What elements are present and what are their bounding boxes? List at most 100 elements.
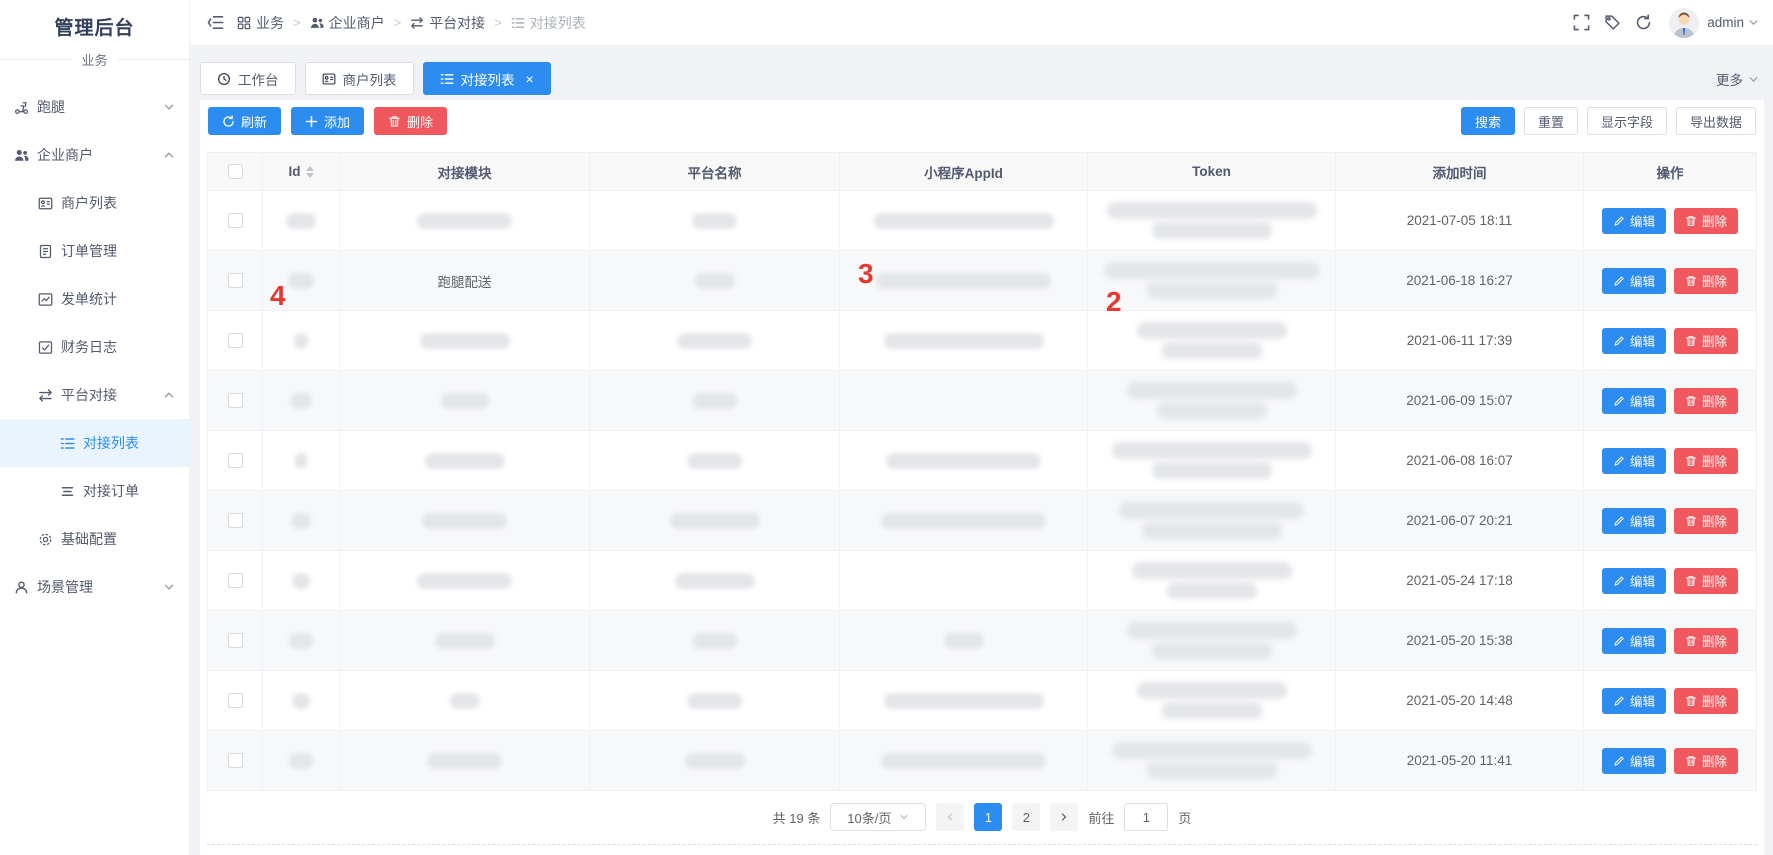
delete-row-button[interactable]: 删除	[1674, 748, 1738, 774]
delete-row-button[interactable]: 删除	[1674, 268, 1738, 294]
redacted-blob	[420, 333, 510, 349]
breadcrumb-item-0[interactable]: 业务	[237, 13, 284, 33]
theme-icon[interactable]	[1604, 14, 1621, 31]
sidebar-section: 业务	[0, 50, 189, 69]
table-header: Id 对接模块 平台名称 小程序AppId Token 添加时间 操作	[208, 153, 1756, 191]
row-checkbox[interactable]	[228, 333, 243, 348]
edit-button[interactable]: 编辑	[1602, 268, 1666, 294]
delete-row-button[interactable]: 删除	[1674, 388, 1738, 414]
sidebar-item-10[interactable]: 场景管理	[0, 563, 189, 611]
sidebar-item-2[interactable]: 商户列表	[0, 179, 189, 227]
module-cell	[340, 611, 590, 671]
sidebar-item-7[interactable]: 对接列表	[0, 419, 189, 467]
pencil-icon	[1613, 755, 1625, 767]
row-checkbox[interactable]	[228, 513, 243, 528]
user-name[interactable]: admin	[1707, 15, 1744, 30]
page-button-2[interactable]: 2	[1012, 803, 1040, 831]
page-size-select[interactable]: 10条/页	[830, 803, 926, 831]
annotation-number: 4	[270, 282, 286, 310]
add-button[interactable]: 添加	[291, 107, 364, 135]
more-button[interactable]: 更多	[1716, 69, 1759, 89]
show-fields-button[interactable]: 显示字段	[1587, 107, 1667, 135]
page-button-1[interactable]: 1	[974, 803, 1002, 831]
row-checkbox[interactable]	[228, 693, 243, 708]
row-checkbox[interactable]	[228, 453, 243, 468]
trash-icon	[1685, 515, 1697, 527]
select-all-checkbox[interactable]	[228, 164, 243, 179]
edit-button[interactable]: 编辑	[1602, 388, 1666, 414]
column-header-id[interactable]: Id	[263, 153, 340, 191]
edit-button[interactable]: 编辑	[1602, 208, 1666, 234]
redacted-blob	[292, 573, 310, 589]
delete-row-button[interactable]: 删除	[1674, 208, 1738, 234]
sidebar-item-6[interactable]: 平台对接	[0, 371, 189, 419]
next-page-button[interactable]	[1050, 803, 1078, 831]
goto-page-input[interactable]	[1124, 803, 1168, 831]
reset-button[interactable]: 重置	[1524, 107, 1578, 135]
redacted-blob	[881, 513, 1046, 529]
platform-cell	[590, 731, 840, 791]
platform-cell	[590, 191, 840, 251]
breadcrumb-item-1[interactable]: 企业商户	[310, 13, 385, 33]
row-checkbox[interactable]	[228, 393, 243, 408]
breadcrumb: 业务>企业商户>平台对接>对接列表	[237, 13, 586, 33]
sidebar-item-1[interactable]: 企业商户	[0, 131, 189, 179]
token-cell	[1088, 491, 1336, 551]
delete-button[interactable]: 删除	[374, 107, 447, 135]
fullscreen-icon[interactable]	[1573, 14, 1590, 31]
edit-button[interactable]: 编辑	[1602, 748, 1666, 774]
edit-button[interactable]: 编辑	[1602, 328, 1666, 354]
refresh-icon[interactable]	[1635, 14, 1652, 31]
delete-row-button[interactable]: 删除	[1674, 328, 1738, 354]
actions-cell: 编辑删除	[1584, 611, 1756, 671]
sidebar-item-4[interactable]: 发单统计	[0, 275, 189, 323]
sidebar-item-3[interactable]: 订单管理	[0, 227, 189, 275]
delete-row-button[interactable]: 删除	[1674, 688, 1738, 714]
row-checkbox[interactable]	[228, 273, 243, 288]
goto-label: 前往	[1088, 808, 1114, 827]
row-checkbox[interactable]	[228, 633, 243, 648]
refresh-button[interactable]: 刷新	[208, 107, 281, 135]
edit-button[interactable]: 编辑	[1602, 688, 1666, 714]
row-checkbox[interactable]	[228, 753, 243, 768]
list-icon	[440, 72, 454, 86]
breadcrumb-item-2[interactable]: 平台对接	[410, 13, 485, 33]
tab-1[interactable]: 商户列表	[305, 62, 414, 95]
export-data-button[interactable]: 导出数据	[1676, 107, 1756, 135]
id-cell	[263, 731, 340, 791]
edit-button[interactable]: 编辑	[1602, 568, 1666, 594]
row-checkbox[interactable]	[228, 573, 243, 588]
sort-caret-icon[interactable]	[306, 166, 314, 178]
sidebar-item-9[interactable]: 基础配置	[0, 515, 189, 563]
prev-page-button[interactable]	[936, 803, 964, 831]
close-tab-icon[interactable]: ×	[526, 72, 534, 86]
trash-icon	[1685, 635, 1697, 647]
user-chevron-down-icon[interactable]	[1748, 17, 1759, 28]
actions-cell: 编辑删除	[1584, 431, 1756, 491]
tabs: 工作台商户列表对接列表×	[200, 62, 551, 95]
id-cell	[263, 611, 340, 671]
collapse-sidebar-icon[interactable]	[207, 14, 224, 31]
sidebar-item-label: 财务日志	[61, 337, 117, 357]
sidebar-item-8[interactable]: 对接订单	[0, 467, 189, 515]
edit-button[interactable]: 编辑	[1602, 448, 1666, 474]
avatar[interactable]	[1669, 8, 1699, 38]
delete-row-button[interactable]: 删除	[1674, 628, 1738, 654]
delete-row-button[interactable]: 删除	[1674, 568, 1738, 594]
redacted-blob	[685, 753, 745, 769]
row-checkbox[interactable]	[228, 213, 243, 228]
breadcrumb-separator: >	[494, 15, 502, 30]
delete-row-button[interactable]: 删除	[1674, 448, 1738, 474]
tab-2[interactable]: 对接列表×	[423, 62, 551, 95]
tab-0[interactable]: 工作台	[200, 62, 296, 95]
delete-row-button[interactable]: 删除	[1674, 508, 1738, 534]
search-button[interactable]: 搜索	[1461, 107, 1515, 135]
edit-button[interactable]: 编辑	[1602, 508, 1666, 534]
sidebar-item-5[interactable]: 财务日志	[0, 323, 189, 371]
edit-button[interactable]: 编辑	[1602, 628, 1666, 654]
redacted-blob	[692, 213, 737, 229]
tabstrip: 工作台商户列表对接列表× 更多	[190, 45, 1773, 100]
redacted-blob	[417, 573, 512, 589]
trash-icon	[1685, 455, 1697, 467]
sidebar-item-0[interactable]: 跑腿	[0, 83, 189, 131]
